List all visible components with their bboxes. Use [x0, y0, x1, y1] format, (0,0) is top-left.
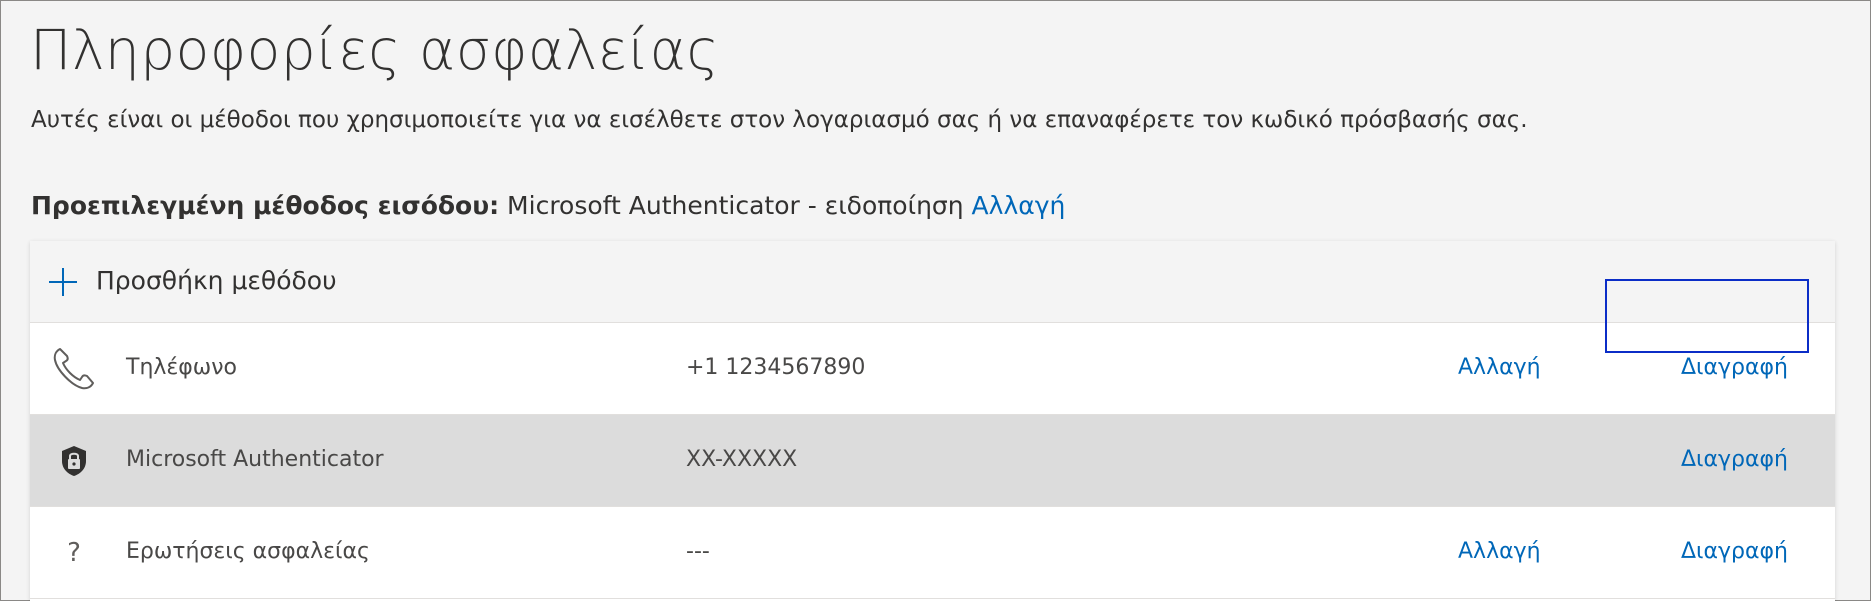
default-sign-in-method: Προεπιλεγμένη μέθοδος εισόδου: Microsoft… — [31, 191, 1065, 220]
add-method-button[interactable]: Προσθήκη μεθόδου — [30, 241, 1835, 323]
change-default-method-link[interactable]: Αλλαγή — [972, 191, 1066, 220]
method-row-phone: Τηλέφωνο +1 1234567890 Αλλαγή Διαγραφή — [30, 323, 1835, 415]
change-security-questions-link[interactable]: Αλλαγή — [1458, 539, 1541, 564]
page-subtitle: Αυτές είναι οι μέθοδοι που χρησιμοποιείτ… — [31, 107, 1528, 133]
authenticator-lock-icon — [50, 437, 98, 485]
default-method-label: Προεπιλεγμένη μέθοδος εισόδου: — [31, 191, 500, 220]
method-name: Τηλέφωνο — [126, 355, 237, 380]
delete-phone-link[interactable]: Διαγραφή — [1681, 355, 1788, 380]
method-value: --- — [686, 539, 710, 564]
plus-icon — [49, 268, 77, 296]
delete-authenticator-link[interactable]: Διαγραφή — [1681, 447, 1788, 472]
method-value: XX-XXXXX — [686, 447, 798, 472]
methods-panel: Προσθήκη μεθόδου Τηλέφωνο +1 1234567890 … — [30, 241, 1835, 601]
method-row-authenticator: Microsoft Authenticator XX-XXXXX Διαγραφ… — [30, 415, 1835, 507]
method-name: Microsoft Authenticator — [126, 447, 384, 472]
page-title: Πληροφορίες ασφαλείας — [30, 18, 720, 82]
focus-highlight — [1605, 279, 1809, 353]
question-icon: ? — [67, 538, 81, 568]
phone-icon — [50, 345, 98, 393]
method-row-security-questions: ? Ερωτήσεις ασφαλείας --- Αλλαγή Διαγραφ… — [30, 507, 1835, 599]
add-method-label: Προσθήκη μεθόδου — [96, 266, 337, 295]
method-value: +1 1234567890 — [686, 355, 866, 380]
change-phone-link[interactable]: Αλλαγή — [1458, 355, 1541, 380]
delete-security-questions-link[interactable]: Διαγραφή — [1681, 539, 1788, 564]
method-name: Ερωτήσεις ασφαλείας — [126, 539, 370, 564]
default-method-value: Microsoft Authenticator - ειδοποίηση — [499, 191, 972, 220]
